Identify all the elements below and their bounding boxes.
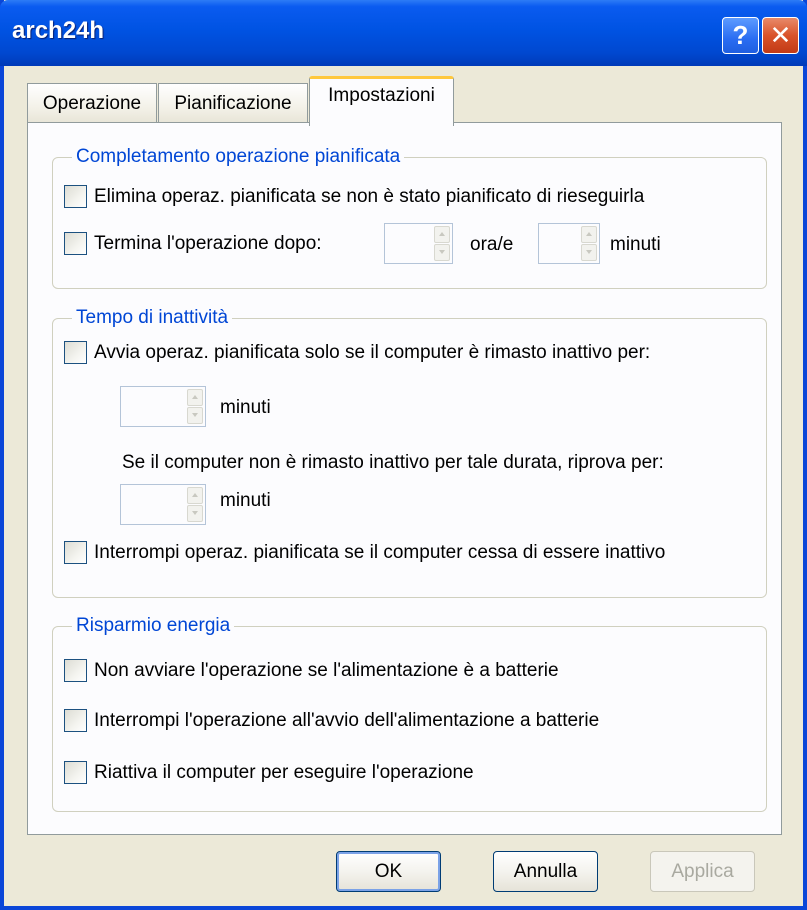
riattiva-checkbox-row[interactable]: Riattiva il computer per eseguire l'oper… <box>64 761 474 784</box>
riattiva-checkbox[interactable] <box>64 761 87 784</box>
termina-checkbox[interactable] <box>64 232 87 255</box>
close-button[interactable]: ✕ <box>762 17 799 54</box>
inattivo-minuti-stepper[interactable] <box>120 386 206 427</box>
interrompi-batterie-checkbox-row[interactable]: Interrompi l'operazione all'avvio dell'a… <box>64 709 599 732</box>
tab-strip: Operazione Pianificazione Impostazioni <box>0 66 800 126</box>
riprova-text: Se il computer non è rimasto inattivo pe… <box>122 452 664 473</box>
ok-button[interactable]: OK <box>336 851 441 892</box>
tab-pianificazione[interactable]: Pianificazione <box>158 83 308 124</box>
termina-label: Termina l'operazione dopo: <box>94 232 322 254</box>
close-icon: ✕ <box>769 20 792 50</box>
minuti-stepper-buttons <box>581 226 597 261</box>
ore-label: ora/e <box>470 234 514 255</box>
inattivo-up-arrow-icon[interactable] <box>187 389 203 406</box>
interrompi-inattivo-checkbox-row[interactable]: Interrompi operaz. pianificata se il com… <box>64 541 665 564</box>
riprova-minuti-label: minuti <box>220 490 271 511</box>
group-inattivita-title: Tempo di inattività <box>72 307 233 329</box>
ore-down-arrow-icon[interactable] <box>434 244 450 261</box>
minuti-up-arrow-icon[interactable] <box>581 226 597 243</box>
elimina-checkbox[interactable] <box>64 185 87 208</box>
minuti-down-arrow-icon[interactable] <box>581 244 597 261</box>
riprova-minuti-buttons <box>187 487 203 522</box>
riprova-down-arrow-icon[interactable] <box>187 505 203 522</box>
interrompi-inattivo-checkbox[interactable] <box>64 541 87 564</box>
interrompi-batterie-label: Interrompi l'operazione all'avvio dell'a… <box>94 709 600 731</box>
riattiva-label: Riattiva il computer per eseguire l'oper… <box>94 761 474 783</box>
ore-stepper-buttons <box>434 226 450 261</box>
applica-button[interactable]: Applica <box>650 851 755 892</box>
inattivo-minuti-label: minuti <box>220 397 271 418</box>
interrompi-inattivo-label: Interrompi operaz. pianificata se il com… <box>94 541 666 563</box>
riprova-minuti-stepper[interactable] <box>120 484 206 525</box>
title-bar[interactable]: arch24h ? ✕ <box>0 0 807 66</box>
annulla-button[interactable]: Annulla <box>493 851 598 892</box>
inattivo-down-arrow-icon[interactable] <box>187 407 203 424</box>
inattivo-minuti-buttons <box>187 389 203 424</box>
tab-operazione[interactable]: Operazione <box>27 83 157 124</box>
help-icon: ? <box>732 20 749 50</box>
minuti-stepper[interactable] <box>538 223 600 264</box>
window-title: arch24h <box>12 17 105 44</box>
elimina-label: Elimina operaz. pianificata se non è sta… <box>94 185 645 207</box>
elimina-checkbox-row[interactable]: Elimina operaz. pianificata se non è sta… <box>64 185 644 208</box>
riprova-up-arrow-icon[interactable] <box>187 487 203 504</box>
group-completamento-title: Completamento operazione pianificata <box>72 146 405 168</box>
interrompi-batterie-checkbox[interactable] <box>64 709 87 732</box>
non-avviare-checkbox[interactable] <box>64 659 87 682</box>
non-avviare-checkbox-row[interactable]: Non avviare l'operazione se l'alimentazi… <box>64 659 559 682</box>
help-button[interactable]: ? <box>722 17 759 54</box>
minuti-label: minuti <box>610 234 661 255</box>
termina-checkbox-row[interactable]: Termina l'operazione dopo: <box>64 232 322 255</box>
ore-up-arrow-icon[interactable] <box>434 226 450 243</box>
avvia-inattivo-checkbox-row[interactable]: Avvia operaz. pianificata solo se il com… <box>64 341 650 364</box>
avvia-inattivo-checkbox[interactable] <box>64 341 87 364</box>
group-risparmio-title: Risparmio energia <box>72 615 235 637</box>
avvia-inattivo-label: Avvia operaz. pianificata solo se il com… <box>94 341 651 363</box>
tab-impostazioni[interactable]: Impostazioni <box>309 76 454 126</box>
non-avviare-label: Non avviare l'operazione se l'alimentazi… <box>94 659 559 681</box>
ore-stepper[interactable] <box>384 223 453 264</box>
